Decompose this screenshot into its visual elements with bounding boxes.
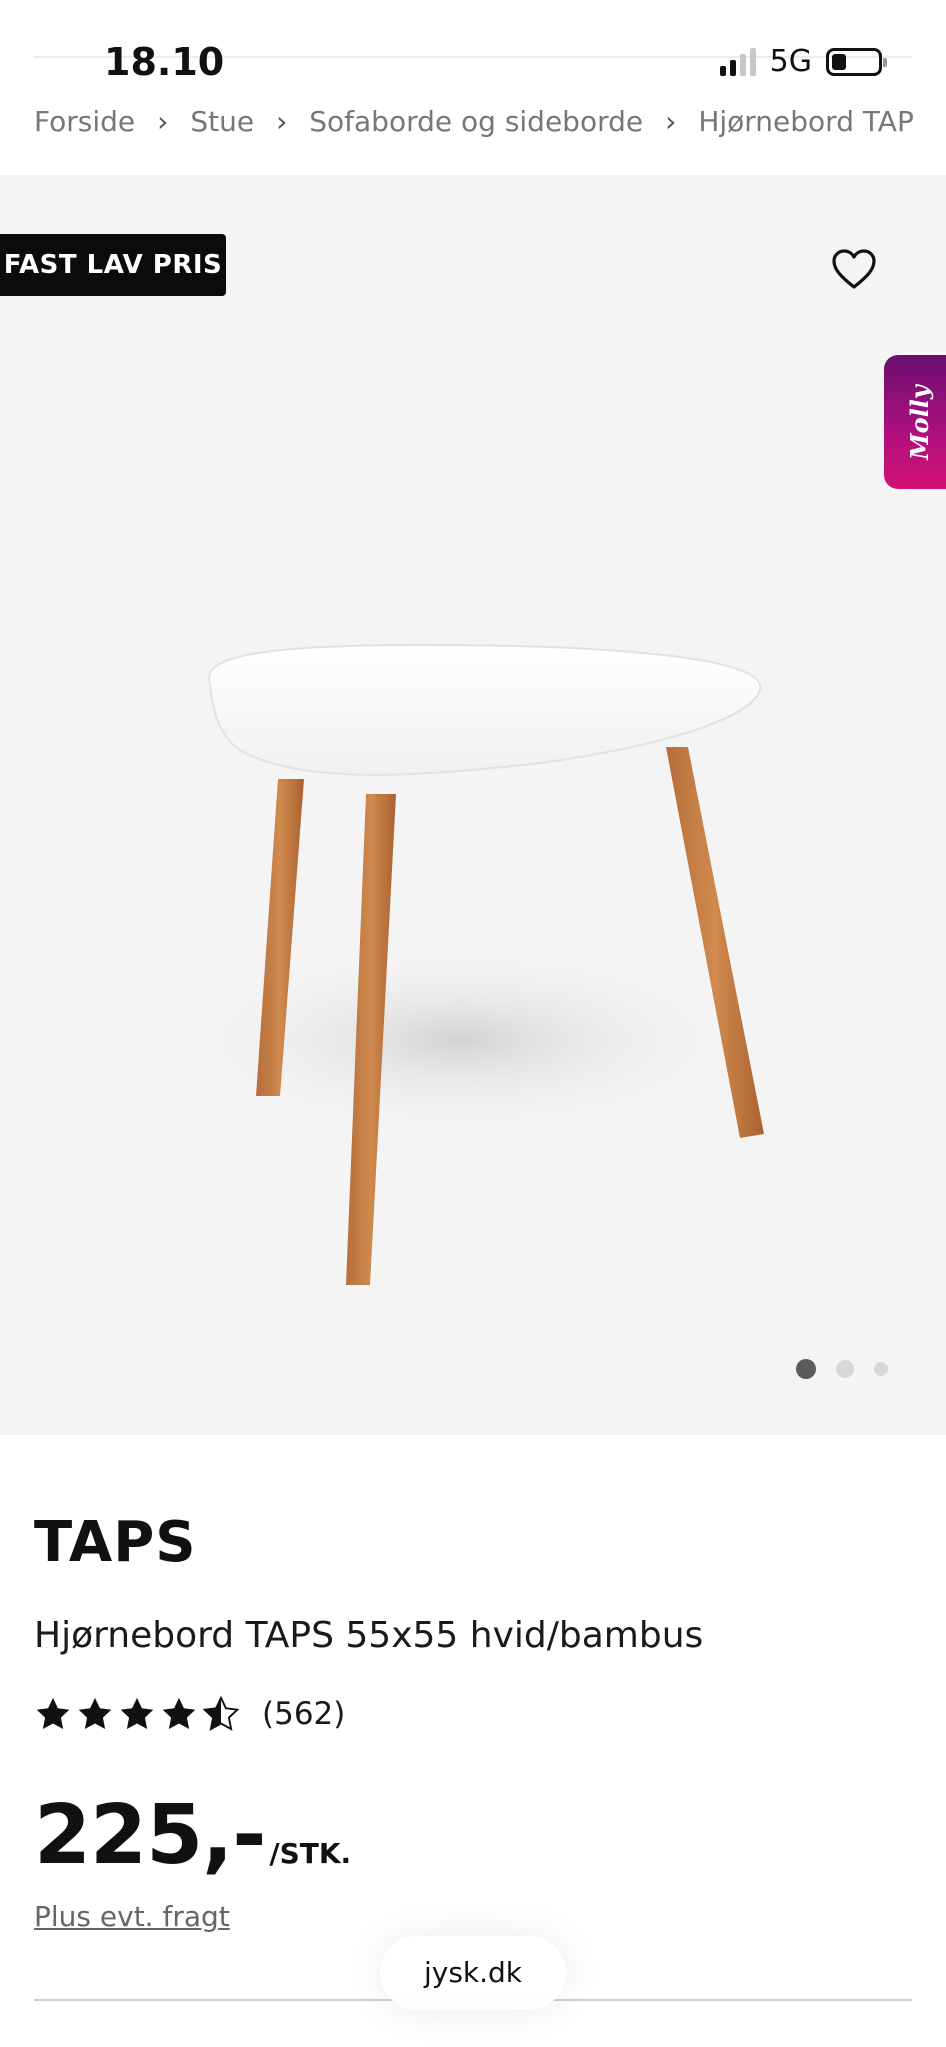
browser-url-bar[interactable]: jysk.dk: [380, 1936, 566, 2010]
star-half-icon: [202, 1695, 240, 1731]
chat-assistant-label: Molly: [904, 384, 934, 460]
status-indicators: 5G: [719, 44, 887, 80]
network-type: 5G: [769, 44, 812, 79]
chat-assistant-tab[interactable]: Molly: [884, 355, 946, 489]
freight-link[interactable]: Plus evt. fragt: [34, 1900, 230, 1933]
product-name: Hjørnebord TAPS 55x55 hvid/bambus: [34, 1615, 704, 1656]
star-icon: [36, 1697, 70, 1730]
signal-icon: [719, 48, 756, 76]
price-unit: /STK.: [269, 1837, 352, 1870]
breadcrumb-item-forside[interactable]: Forside: [34, 102, 135, 142]
price-value: 225,-: [34, 1788, 266, 1883]
star-icon: [78, 1697, 112, 1730]
star-icon: [162, 1697, 196, 1730]
product-image-carousel[interactable]: FAST LAV PRIS Molly: [0, 175, 946, 1435]
breadcrumb-item-current: Hjørnebord TAP: [698, 105, 914, 138]
star-icon: [120, 1697, 154, 1730]
rating-stars: [34, 1695, 240, 1733]
product-brand: TAPS: [34, 1510, 197, 1575]
carousel-indicators[interactable]: [796, 1359, 888, 1379]
carousel-dot[interactable]: [874, 1362, 888, 1376]
breadcrumb-item-stue[interactable]: Stue: [190, 102, 254, 142]
breadcrumb: Forside › Stue › Sofaborde og sideborde …: [34, 102, 914, 142]
chevron-right-icon: ›: [665, 105, 677, 138]
price-badge: FAST LAV PRIS: [0, 234, 226, 296]
heart-icon[interactable]: [830, 247, 878, 291]
carousel-dot[interactable]: [796, 1359, 816, 1379]
product-rating[interactable]: (562): [34, 1690, 345, 1738]
breadcrumb-item-sofaborde[interactable]: Sofaborde og sideborde: [309, 102, 643, 142]
product-photo: [170, 643, 764, 1285]
chevron-right-icon: ›: [157, 105, 169, 138]
product-price: 225,- /STK.: [34, 1788, 351, 1884]
carousel-dot[interactable]: [836, 1360, 854, 1378]
review-count[interactable]: (562): [262, 1696, 345, 1732]
battery-icon: [826, 48, 887, 76]
status-time: 18.10: [104, 40, 225, 84]
chevron-right-icon: ›: [276, 105, 288, 138]
